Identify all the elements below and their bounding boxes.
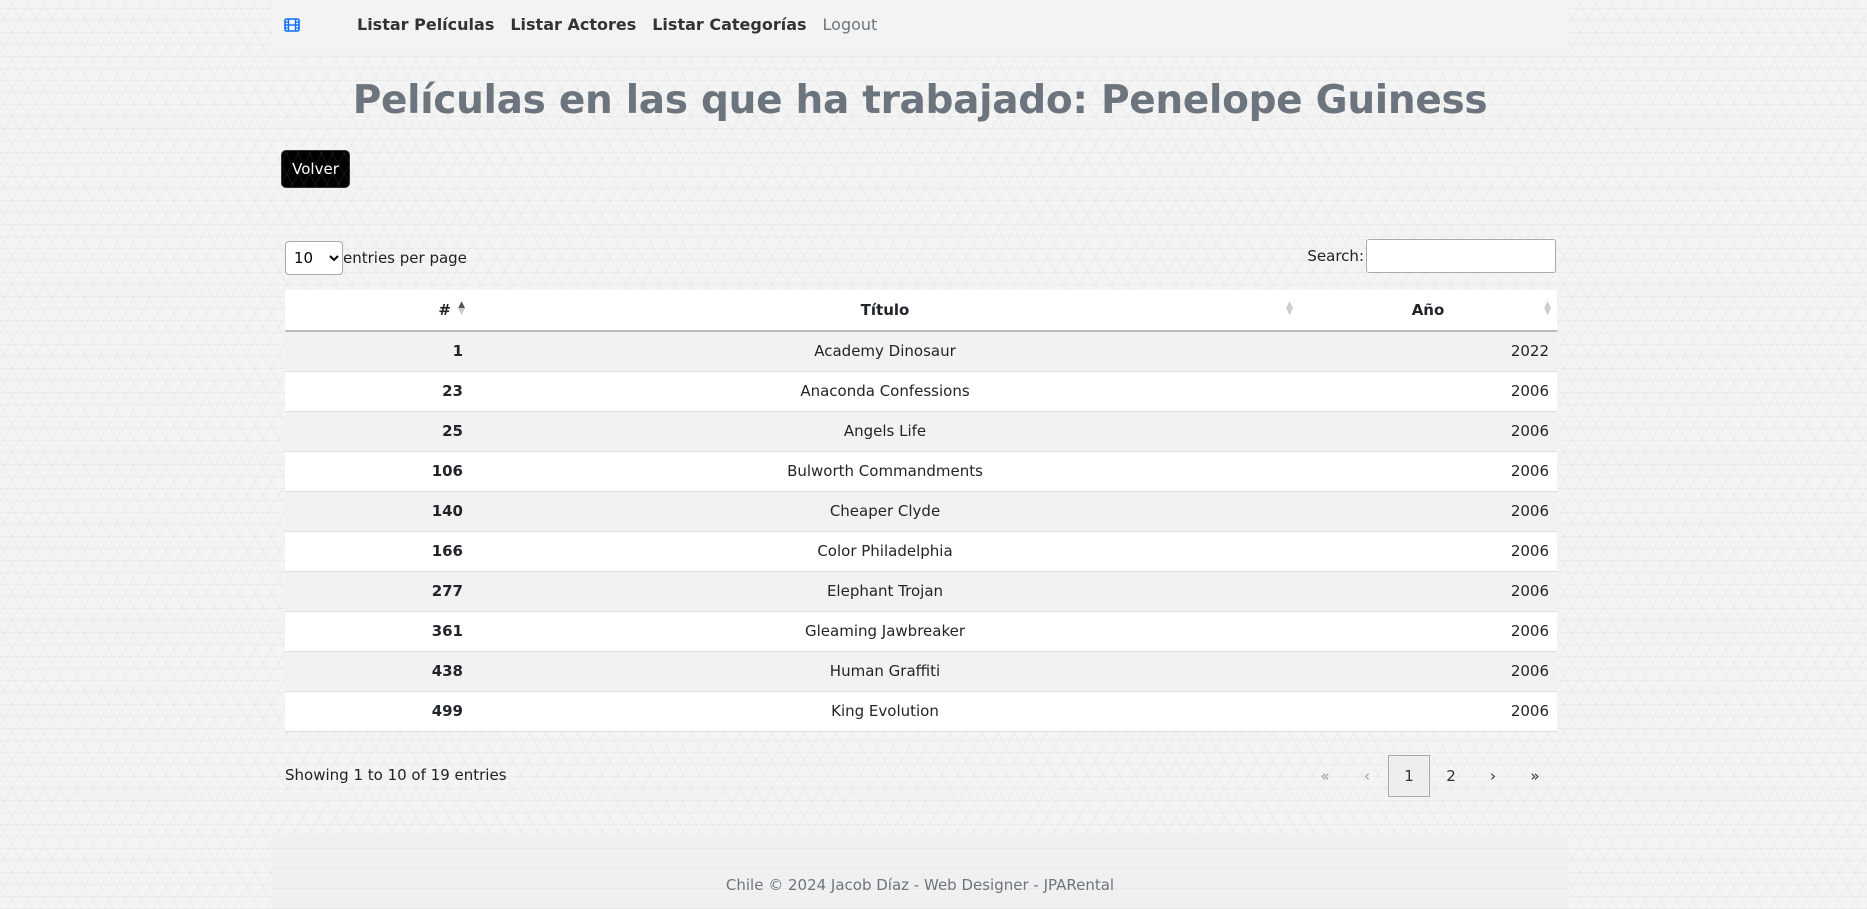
cell-title: Gleaming Jawbreaker <box>471 611 1299 652</box>
cell-id: 361 <box>285 611 471 652</box>
prev-page-button[interactable]: ‹ <box>1346 755 1388 797</box>
table-body: 1 Academy Dinosaur 2022 23 Anaconda Confessi… <box>285 331 1557 732</box>
cell-id: 140 <box>285 491 471 532</box>
search-control: Search: <box>1307 239 1556 273</box>
cell-year: 2006 <box>1299 651 1557 692</box>
cell-title: Bulworth Commandments <box>471 451 1299 492</box>
sort-asc-icon: ▲ ▼ <box>458 300 465 317</box>
column-header-id-label: # <box>438 301 451 319</box>
cell-id: 106 <box>285 451 471 492</box>
pagination: « ‹ 1 2 › » <box>1304 755 1556 797</box>
films-table: # ▲ ▼ Título ▲ ▼ Año ▲ ▼ 1 Academy Dinosaur 2… <box>285 290 1557 732</box>
nav-link-peliculas[interactable]: Listar Películas <box>357 15 494 34</box>
nav-links: Listar Películas Listar Actores Listar C… <box>357 15 877 34</box>
cell-id: 277 <box>285 571 471 612</box>
cell-year: 2006 <box>1299 371 1557 412</box>
footer: Chile © 2024 Jacob Díaz - Web Designer -… <box>272 834 1568 909</box>
cell-title: Cheaper Clyde <box>471 491 1299 532</box>
cell-id: 23 <box>285 371 471 412</box>
table-row: 438 Human Graffiti 2006 <box>285 651 1557 692</box>
cell-year: 2006 <box>1299 691 1557 732</box>
cell-id: 438 <box>285 651 471 692</box>
cell-year: 2022 <box>1299 331 1557 372</box>
first-page-button[interactable]: « <box>1304 755 1346 797</box>
cell-id: 1 <box>285 331 471 372</box>
table-info: Showing 1 to 10 of 19 entries <box>285 766 507 784</box>
page-2-button[interactable]: 2 <box>1430 755 1472 797</box>
table-row: 277 Elephant Trojan 2006 <box>285 571 1557 612</box>
cell-title: Anaconda Confessions <box>471 371 1299 412</box>
cell-title: Human Graffiti <box>471 651 1299 692</box>
cell-year: 2006 <box>1299 411 1557 452</box>
logout-link[interactable]: Logout <box>823 15 878 34</box>
footer-text: Chile © 2024 Jacob Díaz - Web Designer -… <box>725 876 1115 894</box>
column-header-title-label: Título <box>860 301 910 319</box>
cell-title: Color Philadelphia <box>471 531 1299 572</box>
last-page-button[interactable]: » <box>1514 755 1556 797</box>
entries-label: entries per page <box>343 249 467 267</box>
column-header-title[interactable]: Título ▲ ▼ <box>471 290 1299 332</box>
entries-control: 10 entries per page <box>285 241 467 275</box>
page-1-button[interactable]: 1 <box>1388 755 1430 797</box>
back-button[interactable]: Volver <box>281 150 350 188</box>
column-header-year-label: Año <box>1411 301 1445 319</box>
cell-title: Academy Dinosaur <box>471 331 1299 372</box>
table-row: 23 Anaconda Confessions 2006 <box>285 371 1557 412</box>
table-row: 140 Cheaper Clyde 2006 <box>285 491 1557 532</box>
cell-year: 2006 <box>1299 531 1557 572</box>
next-page-button[interactable]: › <box>1472 755 1514 797</box>
page-title: Películas en las que ha trabajado: Penel… <box>352 78 1488 123</box>
cell-year: 2006 <box>1299 571 1557 612</box>
search-label: Search: <box>1307 247 1364 265</box>
cell-year: 2006 <box>1299 611 1557 652</box>
cell-title: King Evolution <box>471 691 1299 732</box>
page-container: Listar Películas Listar Actores Listar C… <box>272 0 1568 909</box>
table-header-row: # ▲ ▼ Título ▲ ▼ Año ▲ ▼ <box>285 290 1557 332</box>
table-row: 1 Academy Dinosaur 2022 <box>285 331 1557 372</box>
column-header-id[interactable]: # ▲ ▼ <box>285 290 471 332</box>
table-row: 25 Angels Life 2006 <box>285 411 1557 452</box>
cell-id: 499 <box>285 691 471 732</box>
nav-link-categorias[interactable]: Listar Categorías <box>652 15 806 34</box>
cell-title: Angels Life <box>471 411 1299 452</box>
cell-id: 166 <box>285 531 471 572</box>
sort-icon: ▲ ▼ <box>1544 300 1551 317</box>
table-row: 166 Color Philadelphia 2006 <box>285 531 1557 572</box>
cell-title: Elephant Trojan <box>471 571 1299 612</box>
cell-year: 2006 <box>1299 491 1557 532</box>
search-input[interactable] <box>1366 239 1556 273</box>
cell-id: 25 <box>285 411 471 452</box>
cell-year: 2006 <box>1299 451 1557 492</box>
table-row: 106 Bulworth Commandments 2006 <box>285 451 1557 492</box>
film-icon[interactable] <box>284 17 300 33</box>
entries-per-page-select[interactable]: 10 <box>285 241 343 275</box>
sort-icon: ▲ ▼ <box>1286 300 1293 317</box>
nav-link-actores[interactable]: Listar Actores <box>510 15 636 34</box>
table-row: 499 King Evolution 2006 <box>285 691 1557 732</box>
navbar: Listar Películas Listar Actores Listar C… <box>272 0 1568 52</box>
table-row: 361 Gleaming Jawbreaker 2006 <box>285 611 1557 652</box>
column-header-year[interactable]: Año ▲ ▼ <box>1299 290 1557 332</box>
